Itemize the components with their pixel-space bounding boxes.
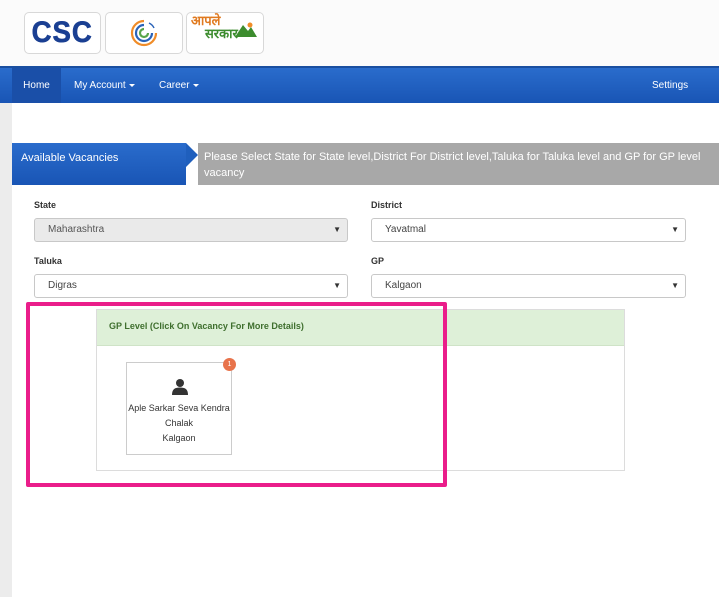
select-arrow-icon: ▼ bbox=[333, 225, 341, 234]
site-header: CSC आपले सरकार bbox=[0, 0, 719, 66]
gp-select[interactable]: Kalgaon ▼ bbox=[371, 274, 686, 298]
csc-logo[interactable]: CSC bbox=[24, 12, 101, 54]
vacancy-card-line1: Aple Sarkar Seva Kendra bbox=[128, 403, 230, 413]
taluka-select[interactable]: Digras ▼ bbox=[34, 274, 348, 298]
main-navbar: Home My Account Career Settings bbox=[0, 66, 719, 103]
state-select-value: Maharashtra bbox=[48, 224, 105, 235]
taluka-select-value: Digras bbox=[48, 280, 77, 291]
taluka-label: Taluka bbox=[34, 256, 62, 266]
gp-label: GP bbox=[371, 256, 385, 266]
vacancy-card-line3: Kalgaon bbox=[162, 433, 196, 443]
vacancy-instructions: Please Select State for State level,Dist… bbox=[198, 143, 719, 185]
nav-my-account-label: My Account bbox=[74, 80, 126, 91]
hills-icon bbox=[235, 22, 257, 37]
state-label: State bbox=[34, 200, 57, 210]
nav-home[interactable]: Home bbox=[12, 68, 61, 103]
caret-down-icon bbox=[128, 83, 135, 87]
gp-level-panel: GP Level (Click On Vacancy For More Deta… bbox=[96, 309, 625, 471]
digital-india-icon bbox=[130, 19, 158, 47]
nav-career[interactable]: Career bbox=[159, 68, 199, 103]
select-arrow-icon: ▼ bbox=[671, 225, 679, 234]
title-arrow bbox=[186, 143, 198, 167]
nav-my-account[interactable]: My Account bbox=[74, 68, 135, 103]
gp-select-value: Kalgaon bbox=[385, 280, 422, 291]
nav-career-label: Career bbox=[159, 80, 190, 91]
available-vacancies-title: Available Vacancies bbox=[12, 143, 186, 185]
aple-sarkar-logo[interactable]: आपले सरकार bbox=[186, 12, 264, 54]
user-icon bbox=[172, 379, 188, 395]
main-panel: Available Vacancies Please Select State … bbox=[12, 103, 719, 597]
vacancy-count-badge: 1 bbox=[223, 358, 236, 371]
district-label: District bbox=[371, 200, 403, 210]
select-arrow-icon: ▼ bbox=[333, 281, 341, 290]
nav-settings[interactable]: Settings bbox=[652, 68, 688, 103]
vacancy-card[interactable]: 1 Aple Sarkar Seva Kendra Chalak Kalgaon bbox=[126, 358, 236, 455]
csc-logo-text: CSC bbox=[31, 16, 94, 50]
state-select[interactable]: Maharashtra ▼ bbox=[34, 218, 348, 242]
vacancy-card-text: Aple Sarkar Seva Kendra Chalak Kalgaon bbox=[127, 401, 231, 446]
district-select[interactable]: Yavatmal ▼ bbox=[371, 218, 686, 242]
district-select-value: Yavatmal bbox=[385, 224, 426, 235]
gp-level-heading: GP Level (Click On Vacancy For More Deta… bbox=[97, 310, 624, 346]
digital-india-logo[interactable] bbox=[105, 12, 183, 54]
select-arrow-icon: ▼ bbox=[671, 281, 679, 290]
vacancy-card-line2: Chalak bbox=[164, 418, 193, 428]
caret-down-icon bbox=[192, 83, 199, 87]
